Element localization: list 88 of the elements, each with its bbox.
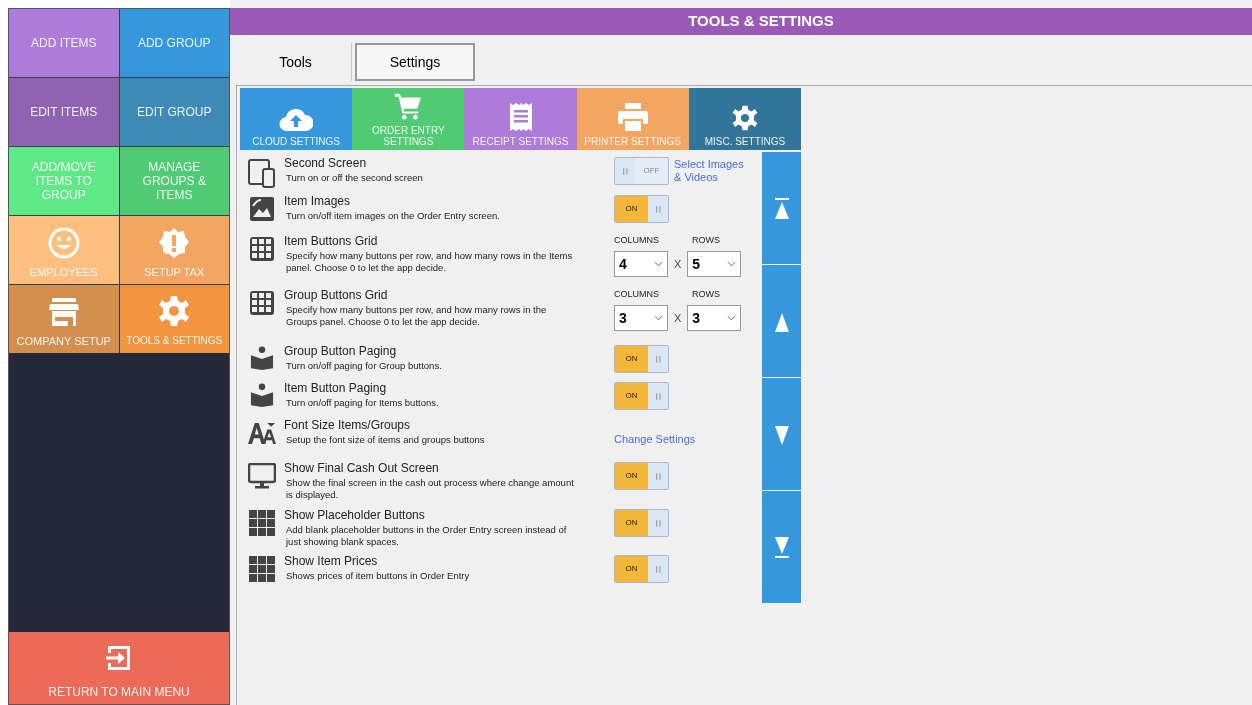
toggle-grip-icon xyxy=(648,346,668,372)
tiles-icon xyxy=(249,556,275,582)
grid-icon xyxy=(249,236,275,262)
sidebar-tile[interactable]: TOOLS & SETTINGS xyxy=(119,285,229,353)
dropdown[interactable]: 4 xyxy=(614,251,668,277)
setting-description: Specify how many buttons per row, and how many rows in the Groups panel. Choose 0 to let the app decide. xyxy=(285,303,548,328)
rows-label: ROWS xyxy=(692,288,720,301)
sidebar-tile[interactable]: COMPANY SETUP xyxy=(9,285,119,353)
printer-icon xyxy=(616,102,649,132)
toggle-grip-icon xyxy=(648,463,668,489)
setting-description: Turn on/off paging for Items buttons. xyxy=(285,396,440,409)
setting-title: Show Placeholder Buttons xyxy=(284,508,426,522)
image-icon xyxy=(249,196,275,222)
cloud-upload-icon xyxy=(279,108,314,132)
chevron-down-icon xyxy=(654,261,663,267)
sidebar-tile[interactable]: EDIT ITEMS xyxy=(9,78,119,146)
setting-title: Group Buttons Grid xyxy=(284,288,389,302)
setting-description: Add blank placeholder buttons in the Order Entry screen instead of just showing blank spaces. xyxy=(284,523,568,548)
sidebar-tile[interactable]: ADD GROUP xyxy=(119,9,229,77)
settings-category-tile[interactable]: CLOUD SETTINGS xyxy=(240,88,353,150)
toggle-grip-icon xyxy=(648,196,668,222)
toggle-switch[interactable]: ON xyxy=(614,345,669,373)
font-size-icon xyxy=(246,420,278,445)
settings-category-tile[interactable]: RECEIPT SETTINGS xyxy=(464,88,577,150)
times-sign: X xyxy=(674,256,682,272)
setting-description: Turn on/off paging for Group buttons. xyxy=(285,359,443,372)
setting-title: Second Screen xyxy=(284,156,368,170)
grid-icon xyxy=(249,290,275,316)
reader-icon xyxy=(250,383,274,407)
scroll-up-button[interactable] xyxy=(762,265,801,377)
scroll-bottom-button[interactable] xyxy=(762,491,801,603)
scroll-to-top-icon xyxy=(772,196,791,220)
alert-badge-icon xyxy=(157,226,192,260)
dropdown[interactable]: 5 xyxy=(687,251,742,277)
toggle-grip-icon xyxy=(648,383,668,409)
tab[interactable]: Settings xyxy=(355,43,475,81)
tiles-icon xyxy=(249,510,275,536)
toggle-switch[interactable]: ON xyxy=(614,195,669,223)
setting-title: Show Item Prices xyxy=(284,554,379,568)
times-sign: X xyxy=(674,310,682,326)
setting-description: Show the final screen in the cash out process where change amount is displayed. xyxy=(285,476,575,501)
setting-title: Font Size Items/Groups xyxy=(284,418,412,432)
toggle-switch[interactable]: ON xyxy=(614,555,669,583)
reader-icon xyxy=(250,346,274,370)
setting-title: Item Button Paging xyxy=(284,381,388,395)
return-to-main-menu-button[interactable]: RETURN TO MAIN MENU xyxy=(9,632,229,704)
setting-description: Shows prices of item buttons in Order Entry xyxy=(285,569,471,582)
scroll-down-button[interactable] xyxy=(762,378,801,490)
dropdown[interactable]: 3 xyxy=(614,305,668,331)
dropdown[interactable]: 3 xyxy=(687,305,742,331)
change-settings-link[interactable]: Change Settings xyxy=(614,431,696,448)
chevron-down-icon xyxy=(727,315,737,321)
setting-title: Item Buttons Grid xyxy=(284,234,379,248)
shopping-cart-icon xyxy=(394,91,423,121)
toggle-switch[interactable]: ON xyxy=(614,462,669,490)
columns-label: COLUMNS xyxy=(614,288,660,301)
toggle-grip-icon xyxy=(648,556,668,582)
setting-description: Turn on or off the second screen xyxy=(285,171,424,184)
storefront-icon xyxy=(46,295,81,329)
toggle-switch[interactable]: OFF xyxy=(614,157,669,185)
header-title: TOOLS & SETTINGS xyxy=(688,11,834,32)
settings-category-tile[interactable]: MISC. SETTINGS xyxy=(688,88,801,150)
smiley-icon xyxy=(46,226,81,260)
toggle-grip-icon xyxy=(648,510,668,536)
setting-title: Item Images xyxy=(284,194,352,208)
chevron-down-icon xyxy=(654,315,663,321)
tablet-and-phone-icon xyxy=(247,158,277,188)
tab[interactable]: Tools xyxy=(240,43,352,81)
scroll-top-button[interactable] xyxy=(762,152,801,264)
gear-icon xyxy=(157,294,192,328)
sidebar-tile[interactable]: ADD ITEMS xyxy=(9,9,119,77)
toggle-switch[interactable]: ON xyxy=(614,509,669,537)
setting-description: Turn on/off item images on the Order Entry screen. xyxy=(285,209,501,222)
toggle-switch[interactable]: ON xyxy=(614,382,669,410)
gear-icon xyxy=(730,104,759,132)
setting-title: Group Button Paging xyxy=(284,344,398,358)
select-images-link[interactable]: Select Images & Videos xyxy=(674,156,748,184)
toggle-grip-icon xyxy=(615,158,635,184)
scroll-to-bottom-icon xyxy=(772,535,791,559)
setting-title: Show Final Cash Out Screen xyxy=(284,461,440,475)
chevron-down-icon xyxy=(727,261,737,267)
receipt-icon xyxy=(508,102,533,132)
sidebar-tile[interactable]: EDIT GROUP xyxy=(119,78,229,146)
monitor-icon xyxy=(248,463,276,489)
columns-label: COLUMNS xyxy=(614,234,660,247)
rows-label: ROWS xyxy=(692,234,720,247)
setting-description: Setup the font size of items and groups buttons xyxy=(285,433,486,446)
setting-description: Specify how many buttons per row, and how many rows in the Items panel. Choose 0 to let the app decide. xyxy=(285,249,574,274)
